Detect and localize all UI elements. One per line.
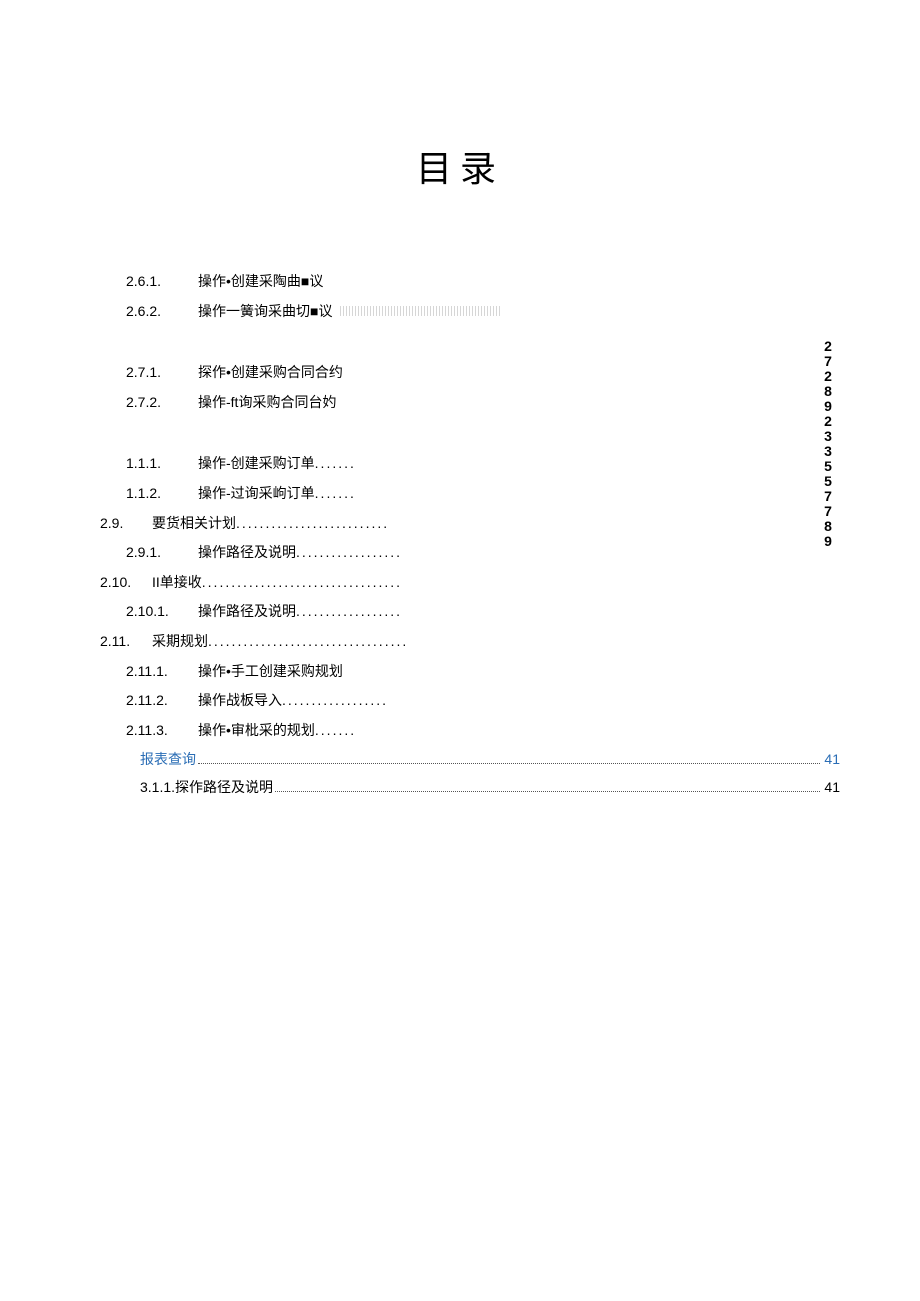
toc-text: 操作路径及说明 — [198, 543, 296, 563]
toc-entry: 2.10.1. 操作路径及说明 — [80, 602, 840, 622]
toc-page-number: 41 — [824, 778, 840, 798]
toc-link-text: 报表查询 — [140, 750, 196, 770]
toc-number: 2.10.1. — [126, 602, 186, 622]
dot-leader — [202, 573, 402, 593]
toc-text: 操作-创建采购订单 — [198, 454, 315, 474]
toc-text: 操作•审枇采的规划 — [198, 721, 315, 741]
document-page: 目录 2.6.1. 操作•创建采陶曲■议 2.6.2. 操作一簧询采曲切■议 2… — [0, 0, 920, 798]
dot-leader — [275, 791, 820, 792]
toc-number: 1.1.2. — [126, 484, 186, 504]
toc-number: 2.11.2. — [126, 691, 186, 711]
toc-text: 操作战板导入 — [198, 691, 282, 711]
dot-leader — [236, 514, 389, 534]
toc-entry: 2.11.2. 操作战板导入 — [80, 691, 840, 711]
toc-page-number: 41 — [824, 750, 840, 770]
toc-text: 操作-ft询采购合同台妁 — [198, 393, 336, 413]
toc-text: 操作•创建采陶曲■议 — [198, 272, 323, 292]
toc-text: 探作•创建采购合同合约 — [198, 363, 343, 383]
dot-leader — [208, 632, 408, 652]
toc-entry: 2.9. 要货相关计划 — [80, 514, 840, 534]
dot-leader — [315, 721, 356, 741]
toc-text: II单接收 — [152, 573, 202, 593]
toc-entry: 2.7.1. 探作•创建采购合同合约 — [80, 363, 840, 383]
toc-number: 2.11.3. — [126, 721, 186, 741]
vertical-page-number: 2728 — [820, 338, 836, 398]
toc-text: 采期规划 — [152, 632, 208, 652]
dot-leader — [282, 691, 388, 711]
toc-text: 操作一簧询采曲切■议 — [198, 302, 332, 322]
vertical-page-number: 9233557789 — [820, 398, 836, 548]
dot-leader — [296, 602, 402, 622]
toc-entry: 2.11.3. 操作•审枇采的规划 — [80, 721, 840, 741]
toc-entry-link[interactable]: 报表查询 41 — [80, 750, 840, 770]
toc-number: 2.9.1. — [126, 543, 186, 563]
dot-leader — [340, 306, 500, 316]
toc-entry: 1.1.1. 操作-创建采购订单 — [80, 454, 840, 474]
toc-number: 2.9. — [100, 514, 140, 534]
toc-number: 2.11. — [100, 632, 140, 652]
toc-number: 2.7.2. — [126, 393, 186, 413]
toc-number: 2.11.1. — [126, 662, 186, 682]
toc-number: 1.1.1. — [126, 454, 186, 474]
toc-entry: 2.6.1. 操作•创建采陶曲■议 — [80, 272, 840, 292]
table-of-contents: 2.6.1. 操作•创建采陶曲■议 2.6.2. 操作一簧询采曲切■议 2.7.… — [80, 272, 840, 798]
toc-entry: 3.1.1.探作路径及说明 41 — [80, 778, 840, 798]
toc-entry: 2.10. II单接收 — [80, 573, 840, 593]
toc-text: 操作•手工创建采购规划 — [198, 662, 343, 682]
toc-entry: 2.6.2. 操作一簧询采曲切■议 — [80, 302, 840, 322]
toc-entry: 2.11. 采期规划 — [80, 632, 840, 652]
toc-title: 目录 — [80, 140, 840, 192]
dot-leader — [296, 543, 402, 563]
toc-entry: 2.9.1. 操作路径及说明 — [80, 543, 840, 563]
dot-leader — [315, 454, 356, 474]
toc-text: 要货相关计划 — [152, 514, 236, 534]
toc-entry: 2.11.1. 操作•手工创建采购规划 — [80, 662, 840, 682]
toc-entry: 2.7.2. 操作-ft询采购合同台妁 — [80, 393, 840, 413]
toc-text: 操作-过询采岣订单 — [198, 484, 315, 504]
toc-entry: 1.1.2. 操作-过询采岣订单 — [80, 484, 840, 504]
toc-text: 3.1.1.探作路径及说明 — [140, 778, 273, 798]
dot-leader — [198, 763, 820, 764]
toc-number: 2.10. — [100, 573, 140, 593]
toc-number: 2.7.1. — [126, 363, 186, 383]
toc-number: 2.6.2. — [126, 302, 186, 322]
toc-text: 操作路径及说明 — [198, 602, 296, 622]
toc-number: 2.6.1. — [126, 272, 186, 292]
dot-leader — [315, 484, 356, 504]
